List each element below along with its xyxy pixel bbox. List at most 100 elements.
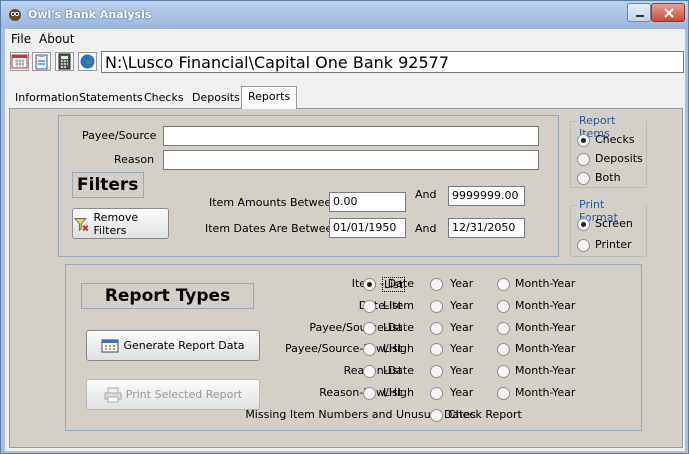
and-label-1: And: [415, 188, 437, 201]
printer-icon: [104, 387, 122, 402]
menu-file[interactable]: File: [11, 32, 31, 46]
label-month-year: Month-Year: [515, 342, 576, 355]
report-data-icon: [101, 339, 119, 352]
label-year: Year: [450, 277, 474, 290]
remove-filters-icon: [73, 217, 89, 232]
radio-list[interactable]: [363, 343, 376, 356]
app-window: Owl's Bank Analysis File About N:\Lusco …: [0, 0, 689, 454]
close-button[interactable]: [651, 3, 685, 22]
filters-title: Filters: [72, 172, 144, 198]
print-report-label: Print Selected Report: [125, 388, 243, 401]
label-list: List: [383, 364, 403, 377]
label-month-year: Month-Year: [515, 364, 576, 377]
label-year: Year: [450, 299, 474, 312]
report-types-title: Report Types: [81, 283, 254, 309]
radio-list[interactable]: [363, 322, 376, 335]
reports-panel: Payee/Source Reason Filters Item Amounts…: [9, 108, 683, 448]
label-month-year: Month-Year: [515, 299, 576, 312]
radio-check-report[interactable]: [430, 409, 443, 422]
title-bar: Owl's Bank Analysis: [1, 1, 688, 29]
reason-input[interactable]: [163, 150, 539, 170]
remove-filters-button[interactable]: Remove Filters: [72, 208, 169, 239]
payee-label: Payee/Source: [82, 129, 157, 142]
globe-button[interactable]: [78, 52, 97, 71]
label-check-report: Check Report: [448, 408, 522, 421]
radio-printer[interactable]: [577, 239, 590, 252]
label-printer: Printer: [595, 238, 632, 251]
minimize-button[interactable]: [627, 3, 651, 22]
tab-deposits[interactable]: Deposits: [186, 88, 246, 108]
date-from-input[interactable]: 01/01/1950: [329, 218, 406, 238]
radio-checks[interactable]: [577, 134, 590, 147]
report-items-group: Report Items Checks Deposits Both: [570, 114, 647, 188]
amounts-label: Item Amounts Between: [209, 196, 339, 209]
radio-list[interactable]: [363, 278, 376, 291]
close-icon: [664, 8, 674, 18]
date-to-input[interactable]: 12/31/2050: [448, 218, 525, 238]
label-month-year: Month-Year: [515, 321, 576, 334]
filters-group: Payee/Source Reason Filters Item Amounts…: [58, 115, 559, 257]
remove-filters-label: Remove Filters: [93, 210, 139, 237]
radio-month-year[interactable]: [497, 365, 510, 378]
file-path-field[interactable]: N:\Lusco Financial\Capital One Bank 9257…: [101, 51, 684, 73]
toolbar: N:\Lusco Financial\Capital One Bank 9257…: [5, 50, 685, 74]
calculator-button[interactable]: [55, 52, 74, 71]
generate-report-button[interactable]: Generate Report Data: [86, 330, 260, 361]
radio-screen[interactable]: [577, 218, 590, 231]
label-year: Year: [450, 364, 474, 377]
clipboard-button[interactable]: [32, 52, 51, 71]
tab-reports[interactable]: Reports: [241, 86, 298, 109]
clipboard-icon: [35, 54, 48, 70]
radio-month-year[interactable]: [497, 343, 510, 356]
print-report-button[interactable]: Print Selected Report: [86, 379, 260, 410]
payee-input[interactable]: [163, 126, 539, 146]
tab-strip: Information Statements Checks Deposits R…: [5, 86, 685, 109]
amount-to-input[interactable]: 9999999.00: [448, 186, 525, 206]
radio-month-year[interactable]: [497, 300, 510, 313]
print-format-group: Print Format Screen Printer: [570, 198, 647, 257]
radio-year[interactable]: [430, 278, 443, 291]
radio-year[interactable]: [430, 365, 443, 378]
menu-bar: File About: [5, 29, 685, 49]
radio-year[interactable]: [430, 387, 443, 400]
row-label: Reason-Date: [343, 364, 414, 377]
reason-label: Reason: [114, 153, 155, 166]
menu-about[interactable]: About: [39, 32, 74, 46]
calendar-button[interactable]: [10, 52, 29, 71]
label-list: List: [383, 386, 403, 399]
radio-list[interactable]: [363, 300, 376, 313]
label-list: List: [383, 299, 403, 312]
radio-both[interactable]: [577, 172, 590, 185]
globe-icon: [80, 54, 95, 69]
calendar-icon: [11, 54, 28, 69]
client-area: File About N:\Lusco Financial\Capital On…: [5, 29, 685, 451]
dates-label: Item Dates Are Between: [205, 222, 340, 235]
radio-month-year[interactable]: [497, 387, 510, 400]
label-month-year: Month-Year: [515, 386, 576, 399]
label-list: List: [382, 277, 406, 292]
label-deposits: Deposits: [595, 152, 643, 165]
amount-from-input[interactable]: 0.00: [329, 192, 406, 212]
label-both: Both: [595, 171, 621, 184]
tab-checks[interactable]: Checks: [138, 88, 190, 108]
radio-list[interactable]: [363, 387, 376, 400]
generate-report-label: Generate Report Data: [123, 339, 245, 352]
label-screen: Screen: [595, 217, 633, 230]
label-month-year: Month-Year: [515, 277, 576, 290]
label-list: List: [383, 342, 403, 355]
radio-year[interactable]: [430, 300, 443, 313]
report-types-group: Report Types Generate Report Data Print …: [65, 264, 642, 431]
label-checks: Checks: [595, 133, 635, 146]
label-year: Year: [450, 342, 474, 355]
label-list: List: [383, 321, 403, 334]
radio-year[interactable]: [430, 343, 443, 356]
label-year: Year: [450, 386, 474, 399]
radio-list[interactable]: [363, 365, 376, 378]
label-year: Year: [450, 321, 474, 334]
and-label-2: And: [415, 222, 437, 235]
calculator-icon: [58, 53, 71, 70]
radio-deposits[interactable]: [577, 153, 590, 166]
radio-year[interactable]: [430, 322, 443, 335]
radio-month-year[interactable]: [497, 278, 510, 291]
radio-month-year[interactable]: [497, 322, 510, 335]
